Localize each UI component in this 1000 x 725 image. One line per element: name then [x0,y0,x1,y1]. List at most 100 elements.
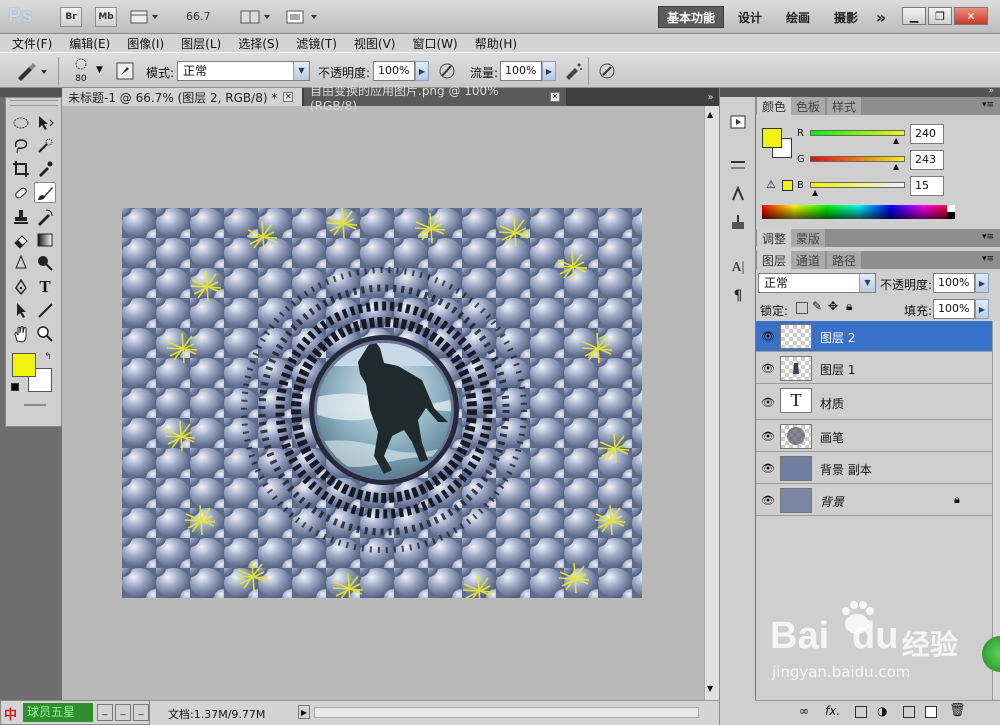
ime-icon[interactable]: 中 [4,704,20,723]
restore-icon[interactable]: ❐ [928,7,952,25]
red-slider[interactable] [810,130,905,136]
mini-bridge-button[interactable]: Mb [95,7,117,27]
tab-layers[interactable]: 图层 [757,251,792,269]
eraser-tool-icon[interactable] [10,229,32,250]
workspace-photography[interactable]: 摄影 [826,6,866,28]
lasso-tool-icon[interactable] [10,135,32,156]
scroll-down-icon[interactable]: ▼ [707,684,713,693]
clone-source-icon[interactable] [724,181,752,205]
tab-transform-image[interactable]: 自由变换的应用图片.png @ 100%(RGB/8) ✕ [304,84,566,113]
tab-styles[interactable]: 样式 [827,97,862,115]
right-dock-header[interactable]: » [755,86,1000,97]
tab-adjustments[interactable]: 调整 [757,229,792,247]
airbrush-icon[interactable] [562,60,584,82]
blue-value[interactable]: 15 [910,176,944,196]
scroll-up-icon[interactable]: ▲ [707,110,713,119]
close-icon[interactable]: ✕ [550,92,560,102]
blur-tool-icon[interactable] [10,252,32,273]
bridge-button[interactable]: Br [60,7,82,27]
red-value[interactable]: 240 [910,124,944,144]
vertical-scrollbar[interactable]: ▲ ▼ [704,106,719,701]
line-tool-icon[interactable] [34,299,56,320]
panel-collapse-bar[interactable] [720,88,756,97]
workspace-design[interactable]: 设计 [733,6,767,28]
eye-icon[interactable]: 👁︎ [760,361,776,375]
quick-mask-icon[interactable] [24,404,46,406]
eye-icon[interactable]: 👁︎ [760,493,776,507]
workspace-painting[interactable]: 绘画 [778,6,818,28]
status-menu-icon[interactable]: ▶ [298,705,310,719]
color-spectrum-bar[interactable] [762,205,955,219]
type-tool-icon[interactable]: T [34,276,56,297]
lock-pixels-icon[interactable]: ✎ [812,299,822,313]
menu-file[interactable]: 文件(F) [12,35,52,52]
history-panel-icon[interactable] [724,110,752,134]
new-group-icon[interactable] [903,706,915,718]
gamut-color-swatch[interactable] [782,180,793,191]
lock-all-icon[interactable]: 🔒︎ [846,299,852,314]
link-layers-icon[interactable]: ∞ [799,704,809,718]
tab-channels[interactable]: 通道 [791,251,826,269]
tab-overflow-icon[interactable]: » [702,88,719,106]
flow-field[interactable]: 100% [500,61,542,81]
zoom-level[interactable]: 66.7 [186,10,211,23]
quick-selection-tool-icon[interactable] [34,135,56,156]
airbrush-opacity-icon[interactable] [436,60,458,82]
menu-view[interactable]: 视图(V) [354,35,396,52]
tab-paths[interactable]: 路径 [827,251,862,269]
layer-row-layer1[interactable]: 👁︎ 图层 1 [756,353,992,384]
layer-row-material[interactable]: 👁︎ T 材质 [756,385,992,420]
marquee-tool-icon[interactable] [10,112,32,133]
path-selection-tool-icon[interactable] [10,299,32,320]
brush-panel-toggle-icon[interactable] [114,60,136,82]
screen-mode-button[interactable] [285,9,319,25]
layer-opacity-field[interactable]: 100% [933,273,975,293]
minimize-icon[interactable]: ▁ [902,7,926,25]
eye-icon[interactable]: 👁︎ [760,395,776,409]
default-colors-icon[interactable] [11,383,19,391]
gradient-tool-icon[interactable] [34,229,56,250]
workspace-essentials[interactable]: 基本功能 [658,6,724,28]
layer-row-layer2[interactable]: 👁︎ 图层 2 [756,321,992,352]
close-icon[interactable]: ✕ [954,7,988,25]
menu-layer[interactable]: 图层(L) [181,35,221,52]
taskbar-button[interactable]: _ [133,704,149,721]
close-icon[interactable]: ✕ [283,92,294,102]
tool-preset-picker[interactable] [14,60,50,82]
gamut-warning-icon[interactable]: ⚠ [766,178,776,191]
tab-masks[interactable]: 蒙版 [791,229,826,247]
foreground-color-front[interactable] [12,353,36,377]
layer-opacity-slider-button[interactable]: ▶ [975,273,989,293]
eye-icon[interactable]: 👁︎ [760,461,776,475]
adjustment-layer-icon[interactable]: ◑ [877,704,887,718]
menu-edit[interactable]: 编辑(E) [69,35,110,52]
green-slider[interactable] [810,156,905,162]
eye-icon[interactable]: 👁︎ [760,329,776,343]
taskbar-button[interactable]: _ [115,704,131,721]
lock-position-icon[interactable]: ✥ [828,299,838,313]
new-layer-icon[interactable] [925,706,937,718]
lock-transparency-icon[interactable] [796,302,808,314]
red-slider-thumb[interactable]: ▲ [893,136,899,145]
menu-filter[interactable]: 滤镜(T) [296,35,337,52]
panel-menu-icon[interactable]: ▾≡ [982,100,994,110]
tool-panel-header[interactable] [0,88,62,97]
taskbar-button[interactable]: _ [97,704,113,721]
color-foreground-swatch[interactable] [762,128,782,148]
opacity-slider-button[interactable]: ▶ [415,61,429,81]
tab-untitled-1[interactable]: 未标题-1 @ 66.7% (图层 2, RGB/8) * ✕ [62,88,302,106]
menu-image[interactable]: 图像(I) [127,35,164,52]
brush-tool-icon[interactable] [34,182,56,203]
mode-select[interactable]: 正常 ▼ [177,61,310,81]
layer-row-background[interactable]: 👁︎ 背景 🔒︎ [756,485,992,516]
opacity-field[interactable]: 100% [373,61,415,81]
menu-window[interactable]: 窗口(W) [412,35,457,52]
black-white-swatch[interactable] [947,205,955,219]
horizontal-scrollbar[interactable] [314,707,699,718]
clone-stamp-tool-icon[interactable] [10,206,32,227]
healing-brush-tool-icon[interactable] [10,182,32,203]
menu-help[interactable]: 帮助(H) [475,35,517,52]
character-panel-icon[interactable]: A| [724,256,752,280]
flow-slider-button[interactable]: ▶ [542,61,556,81]
eyedropper-tool-icon[interactable] [34,158,56,179]
